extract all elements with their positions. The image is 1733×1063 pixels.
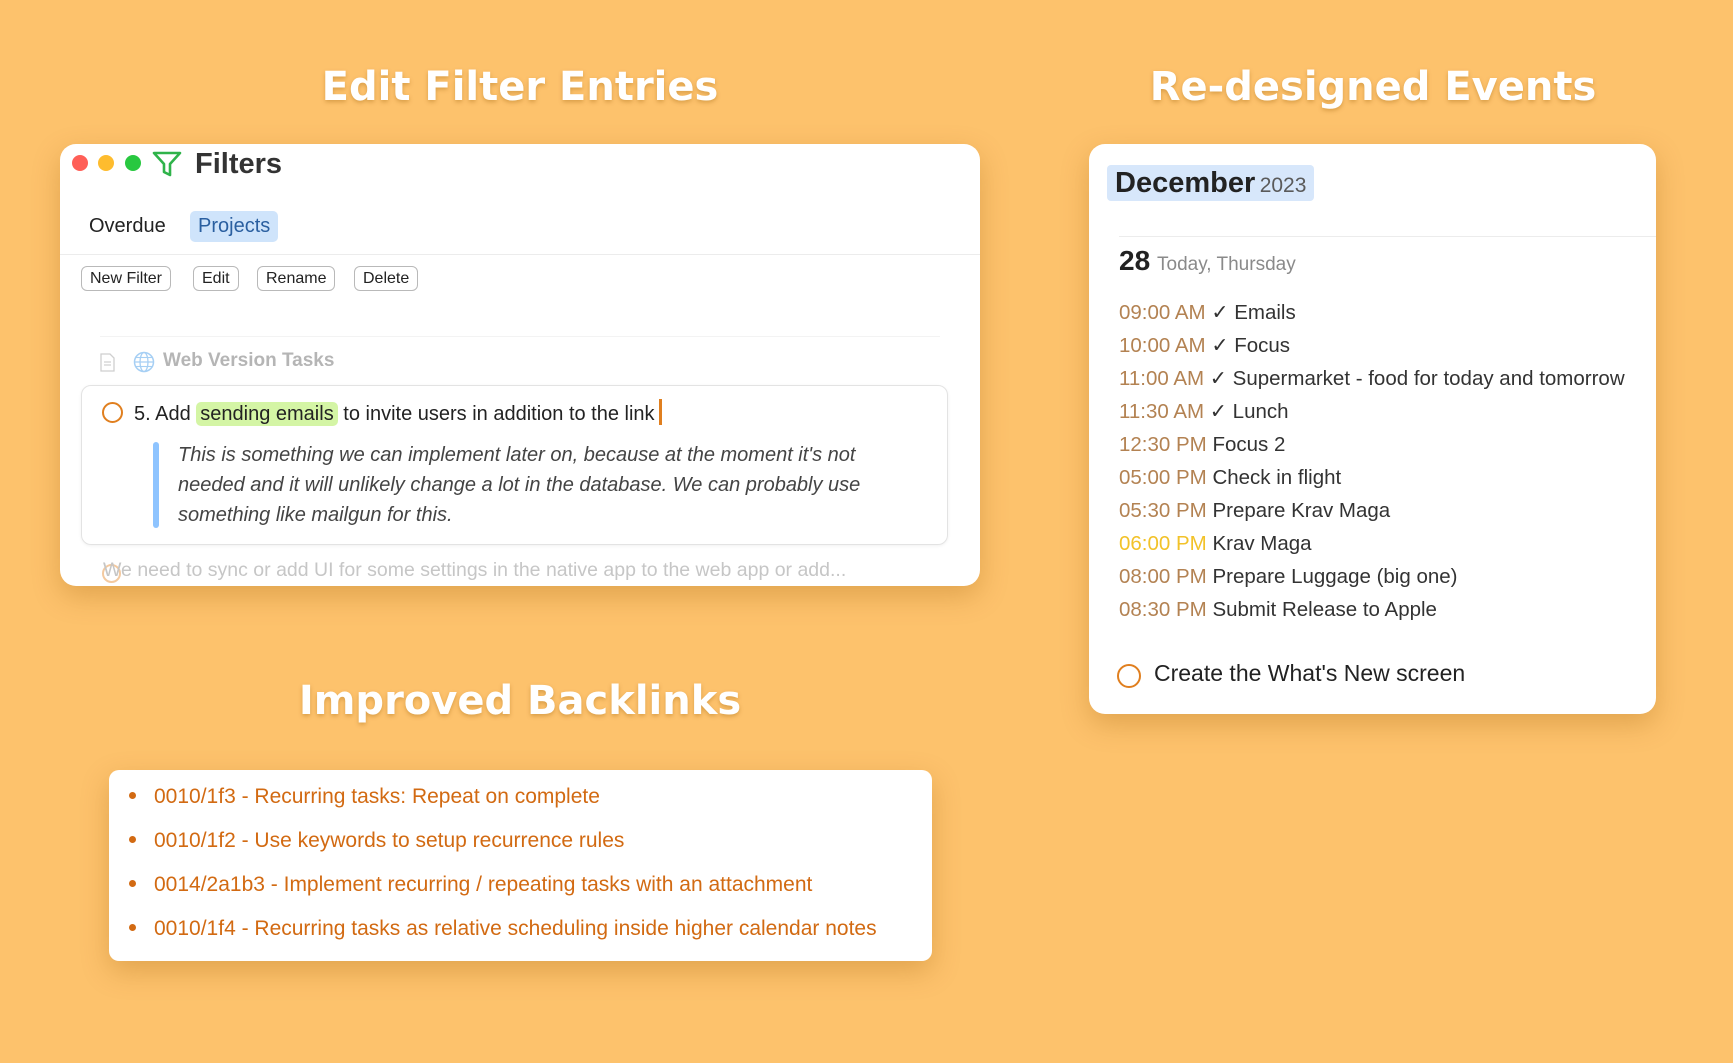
backlink-label[interactable]: 0010/1f4 - Recurring tasks as relative s… <box>154 917 877 940</box>
day-number: 28 <box>1119 245 1151 276</box>
event-title: Check in flight <box>1212 466 1342 489</box>
window-title: Filters <box>195 148 283 180</box>
heading-edit-filter-entries: Edit Filter Entries <box>321 64 719 110</box>
bullet-icon <box>129 836 136 843</box>
task-suffix: to invite users in addition to the link <box>343 403 655 425</box>
backlinks-card: 0010/1f3 - Recurring tasks: Repeat on co… <box>109 770 932 961</box>
events-card: December 2023 28 Today, Thursday 09:00 A… <box>1089 144 1656 714</box>
event-item[interactable]: 11:00 AM ✓ Supermarket - food for today … <box>1119 362 1625 395</box>
event-item[interactable]: 11:30 AM ✓ Lunch <box>1119 395 1625 428</box>
bullet-icon <box>129 792 136 799</box>
filters-window: Filters Overdue Projects New Filter Edit… <box>60 144 980 586</box>
backlinks-list: 0010/1f3 - Recurring tasks: Repeat on co… <box>129 782 877 958</box>
rename-button[interactable]: Rename <box>257 266 336 291</box>
task-text[interactable]: 5. Add sending emails to invite users in… <box>134 399 662 426</box>
event-title: Submit Release to Apple <box>1212 598 1437 621</box>
event-item-current[interactable]: 06:00 PM Krav Maga <box>1119 527 1625 560</box>
section-title: Web Version Tasks <box>163 350 335 371</box>
event-time: 11:30 AM <box>1119 400 1205 423</box>
window-minimize-button[interactable] <box>98 155 114 171</box>
quote-bar <box>153 442 159 528</box>
section-divider <box>100 336 940 337</box>
event-title: Focus 2 <box>1212 433 1286 456</box>
event-time: 09:00 AM <box>1119 301 1206 324</box>
event-time: 12:30 PM <box>1119 433 1207 456</box>
task-prefix: 5. Add <box>134 403 191 425</box>
event-time: 11:00 AM <box>1119 367 1205 390</box>
event-time: 05:30 PM <box>1119 499 1207 522</box>
highlighted-text: sending emails <box>196 402 338 426</box>
backlink-label[interactable]: 0010/1f2 - Use keywords to setup recurre… <box>154 829 624 852</box>
event-item[interactable]: 10:00 AM ✓ Focus <box>1119 329 1625 362</box>
text-cursor <box>658 399 662 425</box>
backlink-label[interactable]: 0010/1f3 - Recurring tasks: Repeat on co… <box>154 785 600 808</box>
event-title: ✓ Focus <box>1211 334 1291 357</box>
document-icon <box>100 353 115 372</box>
day-label: Today, Thursday <box>1157 254 1296 275</box>
event-title: ✓ Supermarket - food for today and tomor… <box>1209 367 1625 390</box>
month-name: December <box>1115 167 1256 199</box>
event-title: Krav Maga <box>1212 532 1312 555</box>
filter-funnel-icon <box>152 151 182 177</box>
tab-overdue[interactable]: Overdue <box>81 211 174 242</box>
event-time-current: 06:00 PM <box>1119 532 1207 555</box>
event-item[interactable]: 05:30 PM Prepare Krav Maga <box>1119 494 1625 527</box>
event-item[interactable]: 09:00 AM ✓ Emails <box>1119 296 1625 329</box>
window-zoom-button[interactable] <box>125 155 141 171</box>
event-item[interactable]: 08:00 PM Prepare Luggage (big one) <box>1119 560 1625 593</box>
edit-button[interactable]: Edit <box>193 266 239 291</box>
event-title: ✓ Lunch <box>1209 400 1289 423</box>
next-task-text[interactable]: We need to sync or add UI for some setti… <box>103 559 846 582</box>
new-filter-button[interactable]: New Filter <box>81 266 172 291</box>
event-item[interactable]: 08:30 PM Submit Release to Apple <box>1119 593 1625 626</box>
month-year: 2023 <box>1259 174 1307 197</box>
event-time: 08:00 PM <box>1119 565 1207 588</box>
task-editor[interactable]: 5. Add sending emails to invite users in… <box>81 385 948 545</box>
globe-icon <box>133 351 155 373</box>
heading-redesigned-events: Re-designed Events <box>1149 64 1597 110</box>
heading-improved-backlinks: Improved Backlinks <box>298 678 742 724</box>
backlink-item[interactable]: 0010/1f4 - Recurring tasks as relative s… <box>129 914 877 958</box>
delete-button[interactable]: Delete <box>354 266 419 291</box>
event-time: 08:30 PM <box>1119 598 1207 621</box>
bullet-icon <box>129 880 136 887</box>
task-checkbox[interactable] <box>1117 664 1141 688</box>
event-title: Prepare Luggage (big one) <box>1212 565 1458 588</box>
event-time: 10:00 AM <box>1119 334 1206 357</box>
tab-projects[interactable]: Projects <box>190 211 279 242</box>
header-divider <box>1119 236 1656 237</box>
event-title: Prepare Krav Maga <box>1212 499 1391 522</box>
window-close-button[interactable] <box>72 155 88 171</box>
event-item[interactable]: 05:00 PM Check in flight <box>1119 461 1625 494</box>
event-item[interactable]: 12:30 PM Focus 2 <box>1119 428 1625 461</box>
event-time: 05:00 PM <box>1119 466 1207 489</box>
event-list: 09:00 AM ✓ Emails 10:00 AM ✓ Focus 11:00… <box>1119 296 1625 626</box>
quote-text[interactable]: This is something we can implement later… <box>178 440 908 530</box>
bullet-icon <box>129 924 136 931</box>
event-title: ✓ Emails <box>1211 301 1296 324</box>
toolbar-divider <box>60 254 980 255</box>
backlink-label[interactable]: 0014/2a1b3 - Implement recurring / repea… <box>154 873 812 896</box>
backlink-item[interactable]: 0014/2a1b3 - Implement recurring / repea… <box>129 870 877 914</box>
month-header: December 2023 <box>1107 165 1315 201</box>
task-checkbox[interactable] <box>102 402 123 423</box>
task-text[interactable]: Create the What's New screen <box>1154 660 1465 687</box>
backlink-item[interactable]: 0010/1f3 - Recurring tasks: Repeat on co… <box>129 782 877 826</box>
backlink-item[interactable]: 0010/1f2 - Use keywords to setup recurre… <box>129 826 877 870</box>
